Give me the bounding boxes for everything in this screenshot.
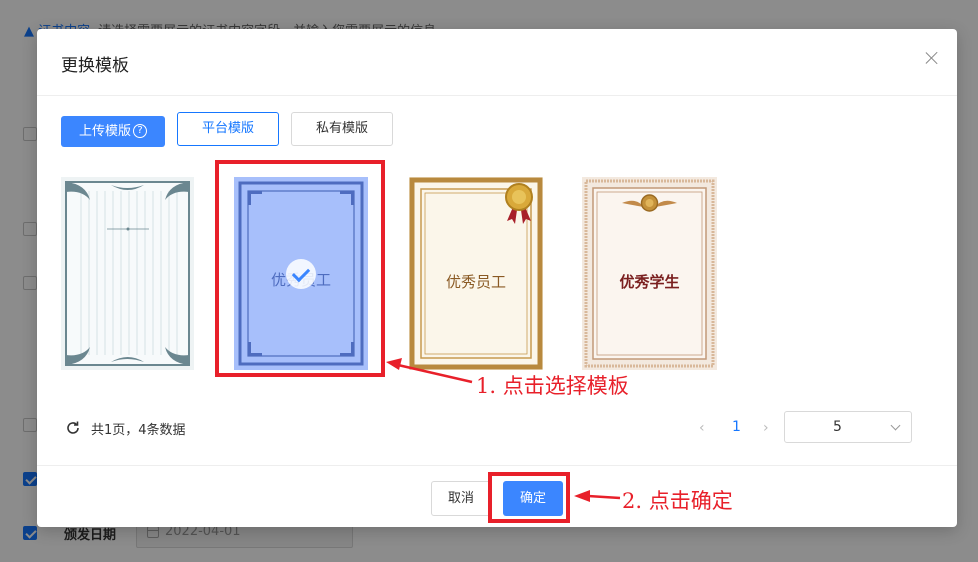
annotation-step2-text: 2. 点击确定 [622, 489, 733, 513]
annotation-arrows [386, 358, 621, 502]
annotation-step1-text: 1. 点击选择模板 [476, 374, 629, 398]
